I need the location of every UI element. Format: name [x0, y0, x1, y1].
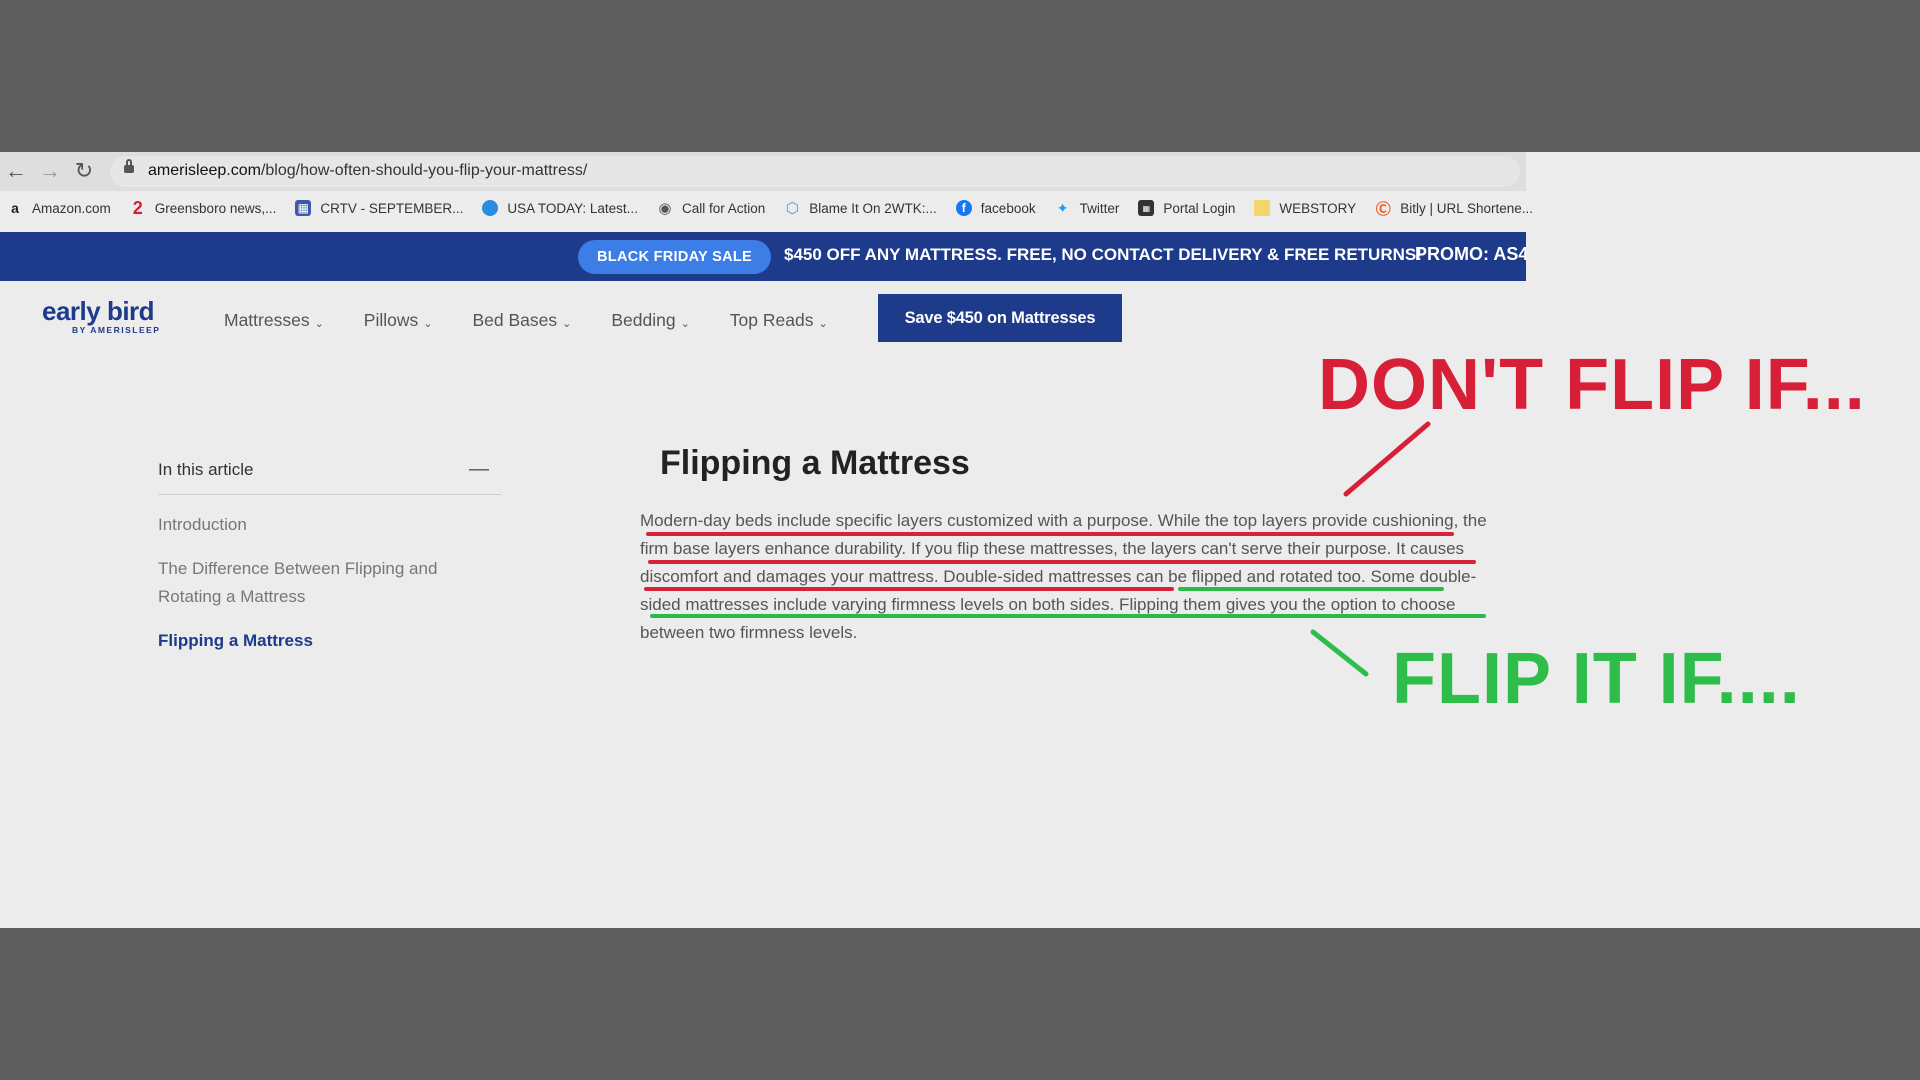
dont-flip-annotation: DON'T FLIP IF... — [1318, 345, 1866, 425]
red-arrow-line — [1343, 421, 1431, 497]
flip-it-annotation: FLIP IT IF.... — [1392, 639, 1801, 719]
green-arrow-line — [1310, 629, 1369, 677]
annotation-arrows — [1310, 421, 1431, 677]
browser-screen: ← → ↻ amerisleep.com/blog/how-often-shou… — [0, 152, 1920, 928]
